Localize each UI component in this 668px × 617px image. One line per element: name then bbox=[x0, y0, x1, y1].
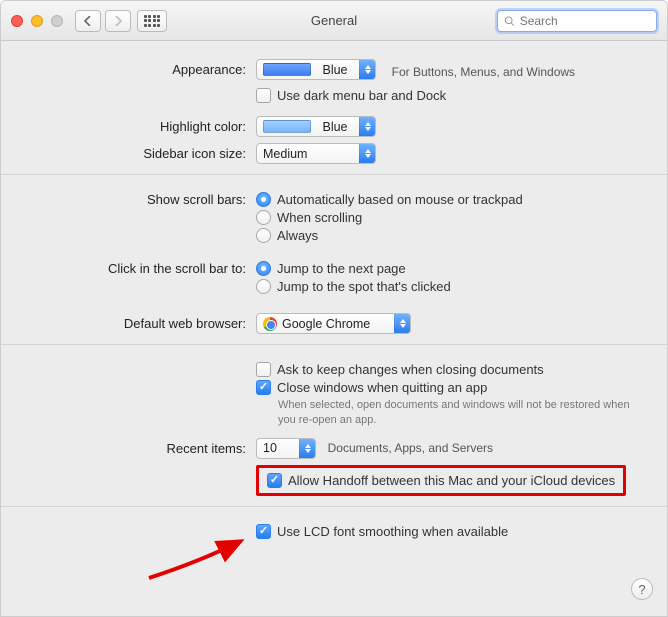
scroll-when-radio[interactable] bbox=[256, 210, 271, 225]
ask-changes-label: Ask to keep changes when closing documen… bbox=[277, 362, 544, 377]
scroll-when-label: When scrolling bbox=[277, 210, 362, 225]
handoff-label: Allow Handoff between this Mac and your … bbox=[288, 473, 615, 488]
scroll-auto-radio[interactable] bbox=[256, 192, 271, 207]
browser-label: Default web browser: bbox=[31, 313, 256, 331]
blue-swatch-icon bbox=[263, 63, 311, 76]
traffic-lights bbox=[11, 15, 63, 27]
close-windows-label: Close windows when quitting an app bbox=[277, 380, 487, 395]
handoff-row: Allow Handoff between this Mac and your … bbox=[31, 465, 637, 496]
lcd-check-row: Use LCD font smoothing when available bbox=[256, 524, 637, 539]
dark-menu-row: Use dark menu bar and Dock bbox=[256, 88, 637, 103]
click-spot-row: Jump to the spot that's clicked bbox=[256, 279, 637, 294]
stepper-icon bbox=[359, 117, 375, 136]
recent-value: 10 bbox=[263, 441, 293, 455]
scroll-auto-label: Automatically based on mouse or trackpad bbox=[277, 192, 523, 207]
search-input[interactable] bbox=[520, 14, 650, 28]
separator bbox=[1, 344, 667, 345]
sidebar-size-select[interactable]: Medium bbox=[256, 143, 376, 164]
highlight-value: Blue bbox=[322, 120, 347, 134]
recent-row: Recent items: 10 Documents, Apps, and Se… bbox=[31, 438, 637, 459]
clickbar-row: Click in the scroll bar to: Jump to the … bbox=[31, 258, 637, 297]
appearance-value: Blue bbox=[322, 63, 347, 77]
content-area: Appearance: Blue For Buttons, Menus, and… bbox=[1, 41, 667, 558]
minimize-icon[interactable] bbox=[31, 15, 43, 27]
recent-label: Recent items: bbox=[31, 438, 256, 456]
click-spot-label: Jump to the spot that's clicked bbox=[277, 279, 451, 294]
recent-select[interactable]: 10 bbox=[256, 438, 316, 459]
zoom-icon[interactable] bbox=[51, 15, 63, 27]
lcd-checkbox[interactable] bbox=[256, 524, 271, 539]
chevron-right-icon bbox=[114, 16, 122, 26]
highlight-select[interactable]: Blue bbox=[256, 116, 376, 137]
stepper-icon bbox=[359, 144, 375, 163]
browser-select[interactable]: Google Chrome bbox=[256, 313, 411, 334]
click-next-radio[interactable] bbox=[256, 261, 271, 276]
scroll-option-always: Always bbox=[256, 228, 637, 243]
scroll-option-when: When scrolling bbox=[256, 210, 637, 225]
sidebar-size-row: Sidebar icon size: Medium bbox=[31, 143, 637, 164]
appearance-row: Appearance: Blue For Buttons, Menus, and… bbox=[31, 59, 637, 106]
stepper-icon bbox=[359, 60, 375, 79]
click-next-row: Jump to the next page bbox=[256, 261, 637, 276]
sidebar-size-label: Sidebar icon size: bbox=[31, 143, 256, 161]
chevron-left-icon bbox=[84, 16, 92, 26]
forward-button[interactable] bbox=[105, 10, 131, 32]
lcd-label: Use LCD font smoothing when available bbox=[277, 524, 508, 539]
highlight-row: Highlight color: Blue bbox=[31, 116, 637, 137]
browser-row: Default web browser: Google Chrome bbox=[31, 313, 637, 334]
chrome-icon bbox=[263, 317, 277, 331]
show-all-button[interactable] bbox=[137, 10, 167, 32]
dark-menu-label: Use dark menu bar and Dock bbox=[277, 88, 446, 103]
help-button[interactable]: ? bbox=[631, 578, 653, 600]
back-button[interactable] bbox=[75, 10, 101, 32]
nav-buttons bbox=[75, 10, 131, 32]
scrollbars-label: Show scroll bars: bbox=[31, 189, 256, 207]
close-windows-row: Close windows when quitting an app bbox=[256, 380, 637, 395]
ask-changes-row: Ask to keep changes when closing documen… bbox=[256, 362, 637, 377]
highlight-annotation: Allow Handoff between this Mac and your … bbox=[256, 465, 626, 496]
titlebar: General bbox=[1, 1, 667, 41]
close-windows-hint: When selected, open documents and window… bbox=[278, 398, 637, 428]
handoff-check-row: Allow Handoff between this Mac and your … bbox=[267, 473, 615, 488]
stepper-icon bbox=[299, 439, 315, 458]
search-icon bbox=[504, 15, 515, 27]
scroll-option-auto: Automatically based on mouse or trackpad bbox=[256, 192, 637, 207]
appearance-label: Appearance: bbox=[31, 59, 256, 77]
lcd-row: Use LCD font smoothing when available bbox=[31, 521, 637, 542]
preferences-window: General Appearance: Blue For Buttons, Me… bbox=[0, 0, 668, 617]
ask-changes-checkbox[interactable] bbox=[256, 362, 271, 377]
help-icon: ? bbox=[638, 582, 645, 597]
clickbar-label: Click in the scroll bar to: bbox=[31, 258, 256, 276]
highlight-label: Highlight color: bbox=[31, 116, 256, 134]
highlight-swatch-icon bbox=[263, 120, 311, 133]
click-spot-radio[interactable] bbox=[256, 279, 271, 294]
search-container bbox=[497, 10, 657, 32]
close-icon[interactable] bbox=[11, 15, 23, 27]
grid-icon bbox=[144, 15, 161, 27]
separator bbox=[1, 506, 667, 507]
scroll-always-label: Always bbox=[277, 228, 318, 243]
close-windows-checkbox[interactable] bbox=[256, 380, 271, 395]
appearance-note: For Buttons, Menus, and Windows bbox=[392, 65, 575, 79]
recent-suffix: Documents, Apps, and Servers bbox=[328, 441, 493, 455]
scroll-always-radio[interactable] bbox=[256, 228, 271, 243]
docs-row: Ask to keep changes when closing documen… bbox=[31, 359, 637, 428]
search-field[interactable] bbox=[497, 10, 657, 32]
click-next-label: Jump to the next page bbox=[277, 261, 406, 276]
browser-value: Google Chrome bbox=[282, 317, 388, 331]
scrollbars-row: Show scroll bars: Automatically based on… bbox=[31, 189, 637, 246]
stepper-icon bbox=[394, 314, 410, 333]
sidebar-size-value: Medium bbox=[263, 147, 353, 161]
handoff-checkbox[interactable] bbox=[267, 473, 282, 488]
separator bbox=[1, 174, 667, 175]
appearance-select[interactable]: Blue bbox=[256, 59, 376, 80]
dark-menu-checkbox[interactable] bbox=[256, 88, 271, 103]
